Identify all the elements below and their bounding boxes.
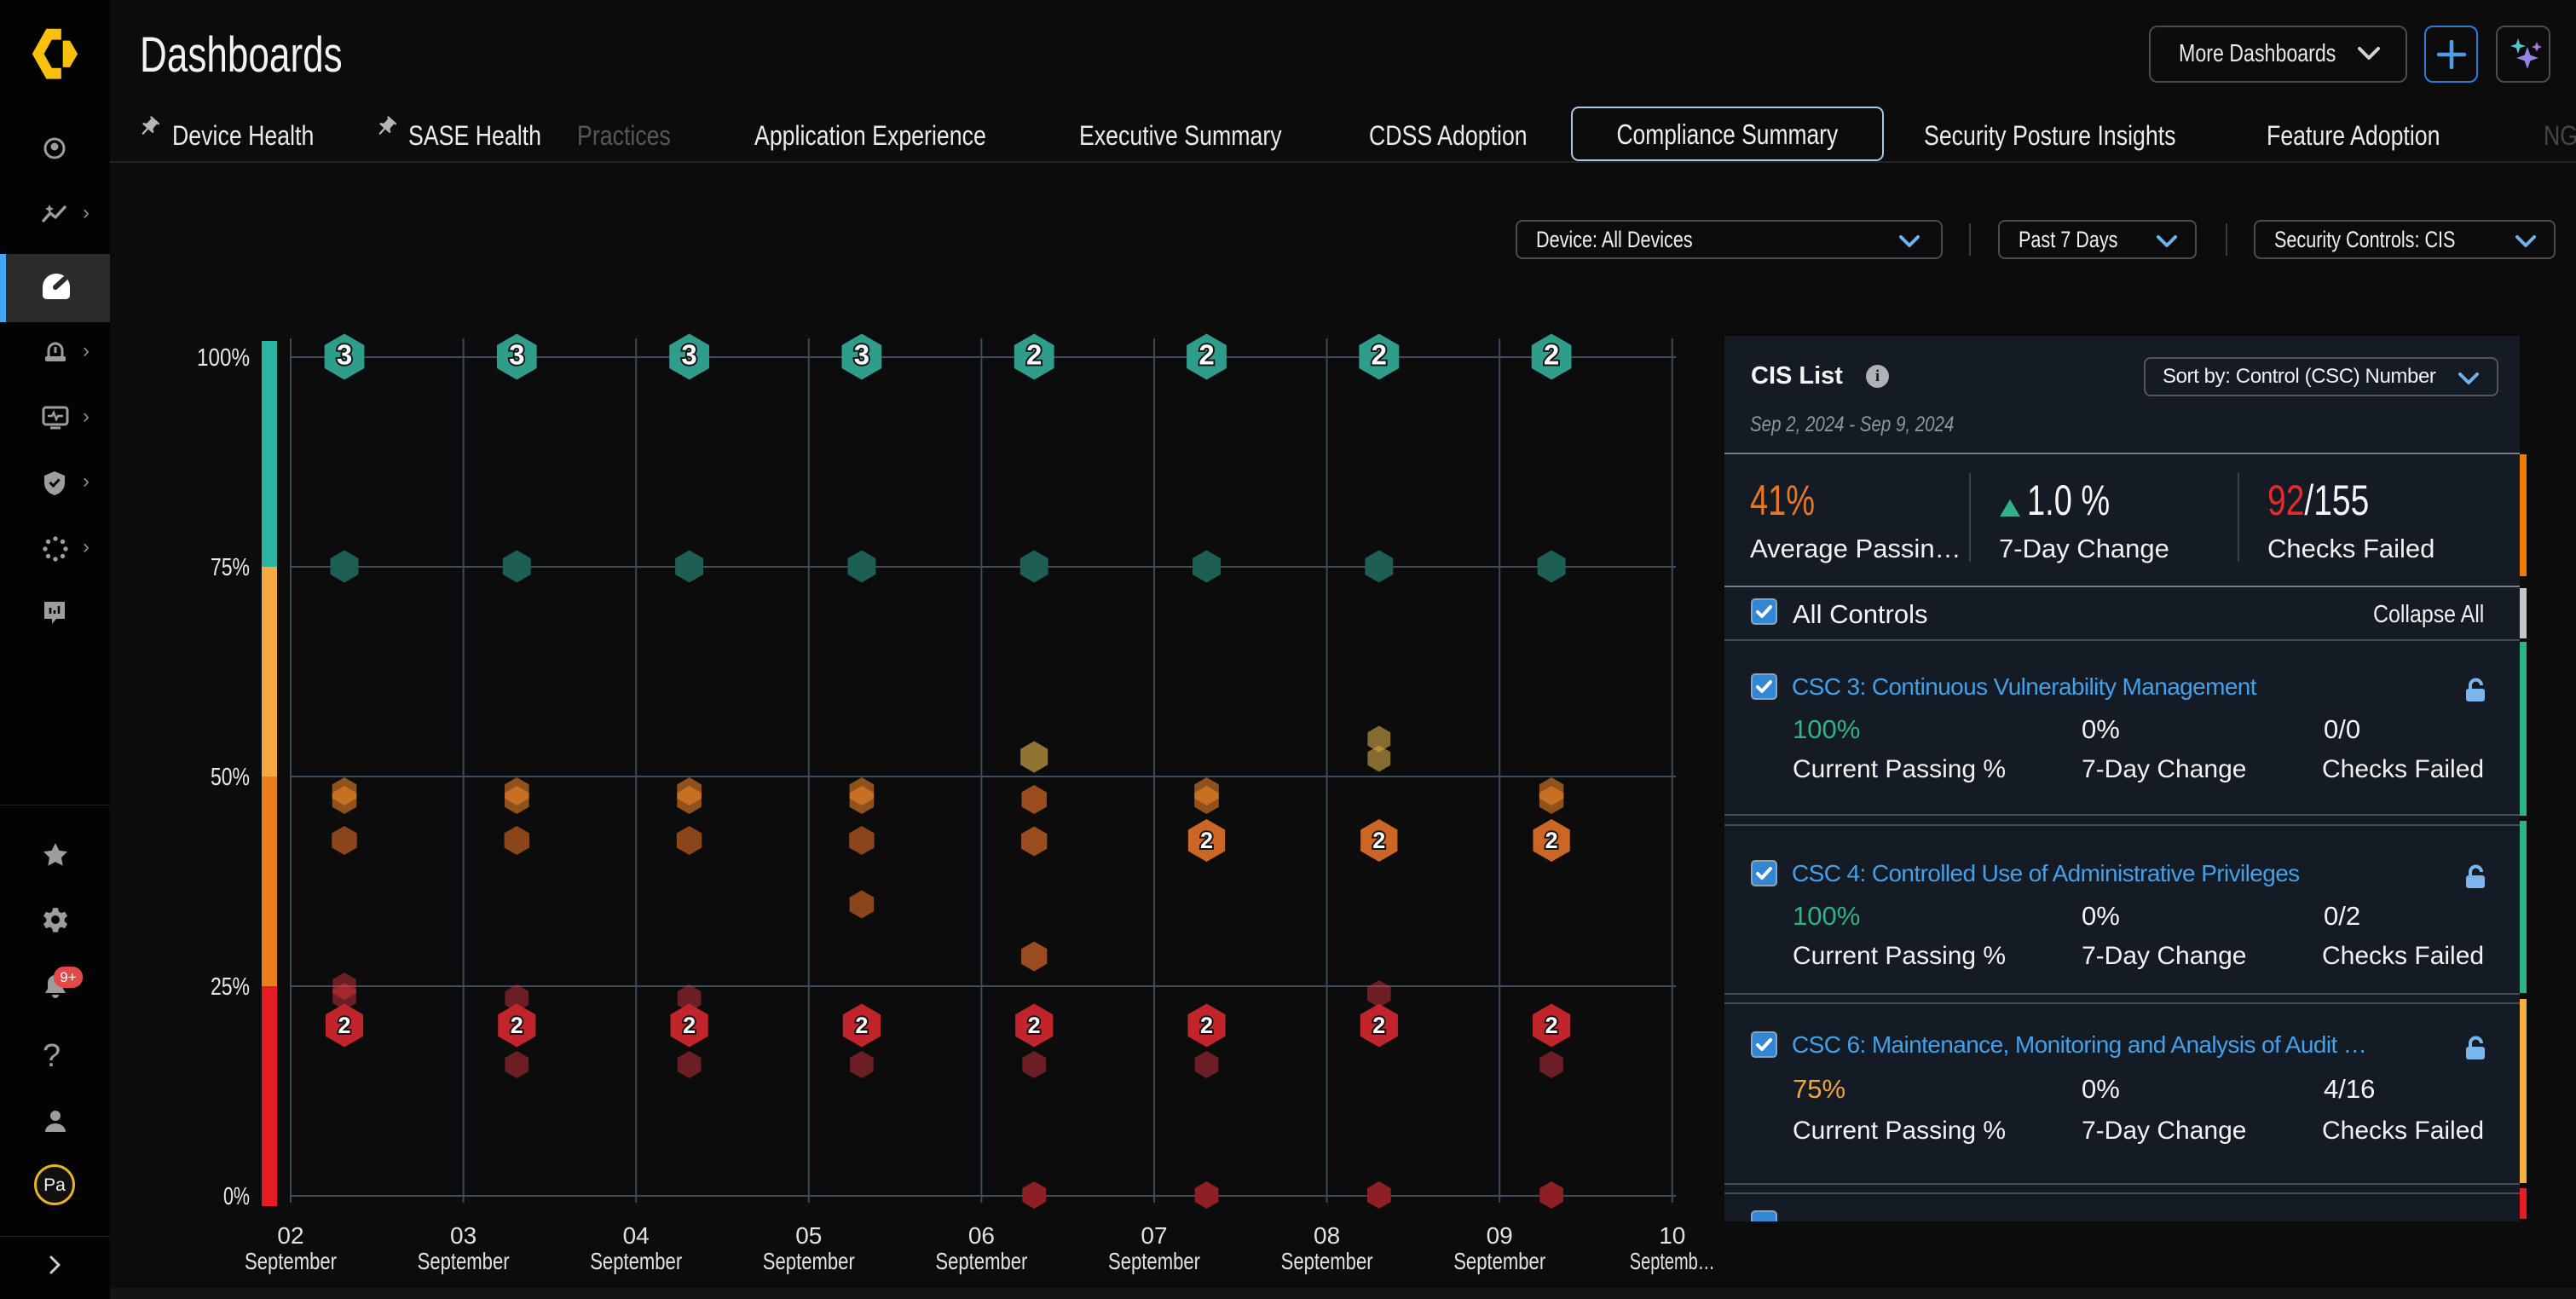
svg-text:25%: 25% — [211, 973, 250, 1001]
svg-text:September: September — [935, 1248, 1027, 1274]
svg-text:Septemb…: Septemb… — [1630, 1248, 1715, 1274]
svg-text:2: 2 — [1545, 1013, 1558, 1038]
svg-text:September: September — [1453, 1248, 1545, 1274]
svg-text:0%: 0% — [223, 1183, 250, 1210]
svg-text:10: 10 — [1659, 1222, 1685, 1249]
svg-text:2: 2 — [1545, 828, 1558, 853]
svg-text:2: 2 — [683, 1013, 696, 1038]
svg-text:3: 3 — [337, 339, 352, 371]
svg-text:September: September — [1281, 1248, 1373, 1274]
svg-text:2: 2 — [1372, 339, 1387, 371]
svg-text:08: 08 — [1314, 1222, 1340, 1249]
svg-text:2: 2 — [855, 1013, 868, 1038]
svg-text:2: 2 — [1544, 339, 1559, 371]
svg-text:75%: 75% — [211, 554, 250, 581]
svg-text:04: 04 — [623, 1222, 650, 1249]
svg-text:02: 02 — [277, 1222, 303, 1249]
svg-text:September: September — [590, 1248, 682, 1274]
svg-text:06: 06 — [968, 1222, 995, 1249]
svg-text:September: September — [763, 1248, 855, 1274]
svg-text:2: 2 — [1198, 339, 1214, 371]
svg-text:05: 05 — [795, 1222, 822, 1249]
svg-text:3: 3 — [509, 339, 524, 371]
svg-text:3: 3 — [681, 339, 696, 371]
svg-text:2: 2 — [511, 1013, 523, 1038]
svg-text:2: 2 — [338, 1013, 350, 1038]
svg-text:3: 3 — [854, 339, 869, 371]
svg-text:2: 2 — [1028, 1013, 1041, 1038]
svg-text:September: September — [1108, 1248, 1200, 1274]
svg-text:2: 2 — [1372, 1013, 1385, 1038]
svg-text:September: September — [245, 1248, 337, 1274]
svg-text:2: 2 — [1200, 828, 1213, 853]
svg-text:09: 09 — [1487, 1222, 1513, 1249]
svg-text:03: 03 — [450, 1222, 477, 1249]
svg-text:100%: 100% — [197, 344, 250, 372]
svg-text:2: 2 — [1200, 1013, 1213, 1038]
svg-text:2: 2 — [1372, 828, 1385, 853]
svg-text:2: 2 — [1026, 339, 1042, 371]
svg-text:September: September — [418, 1248, 510, 1274]
svg-text:07: 07 — [1141, 1222, 1167, 1249]
svg-text:50%: 50% — [211, 764, 250, 791]
